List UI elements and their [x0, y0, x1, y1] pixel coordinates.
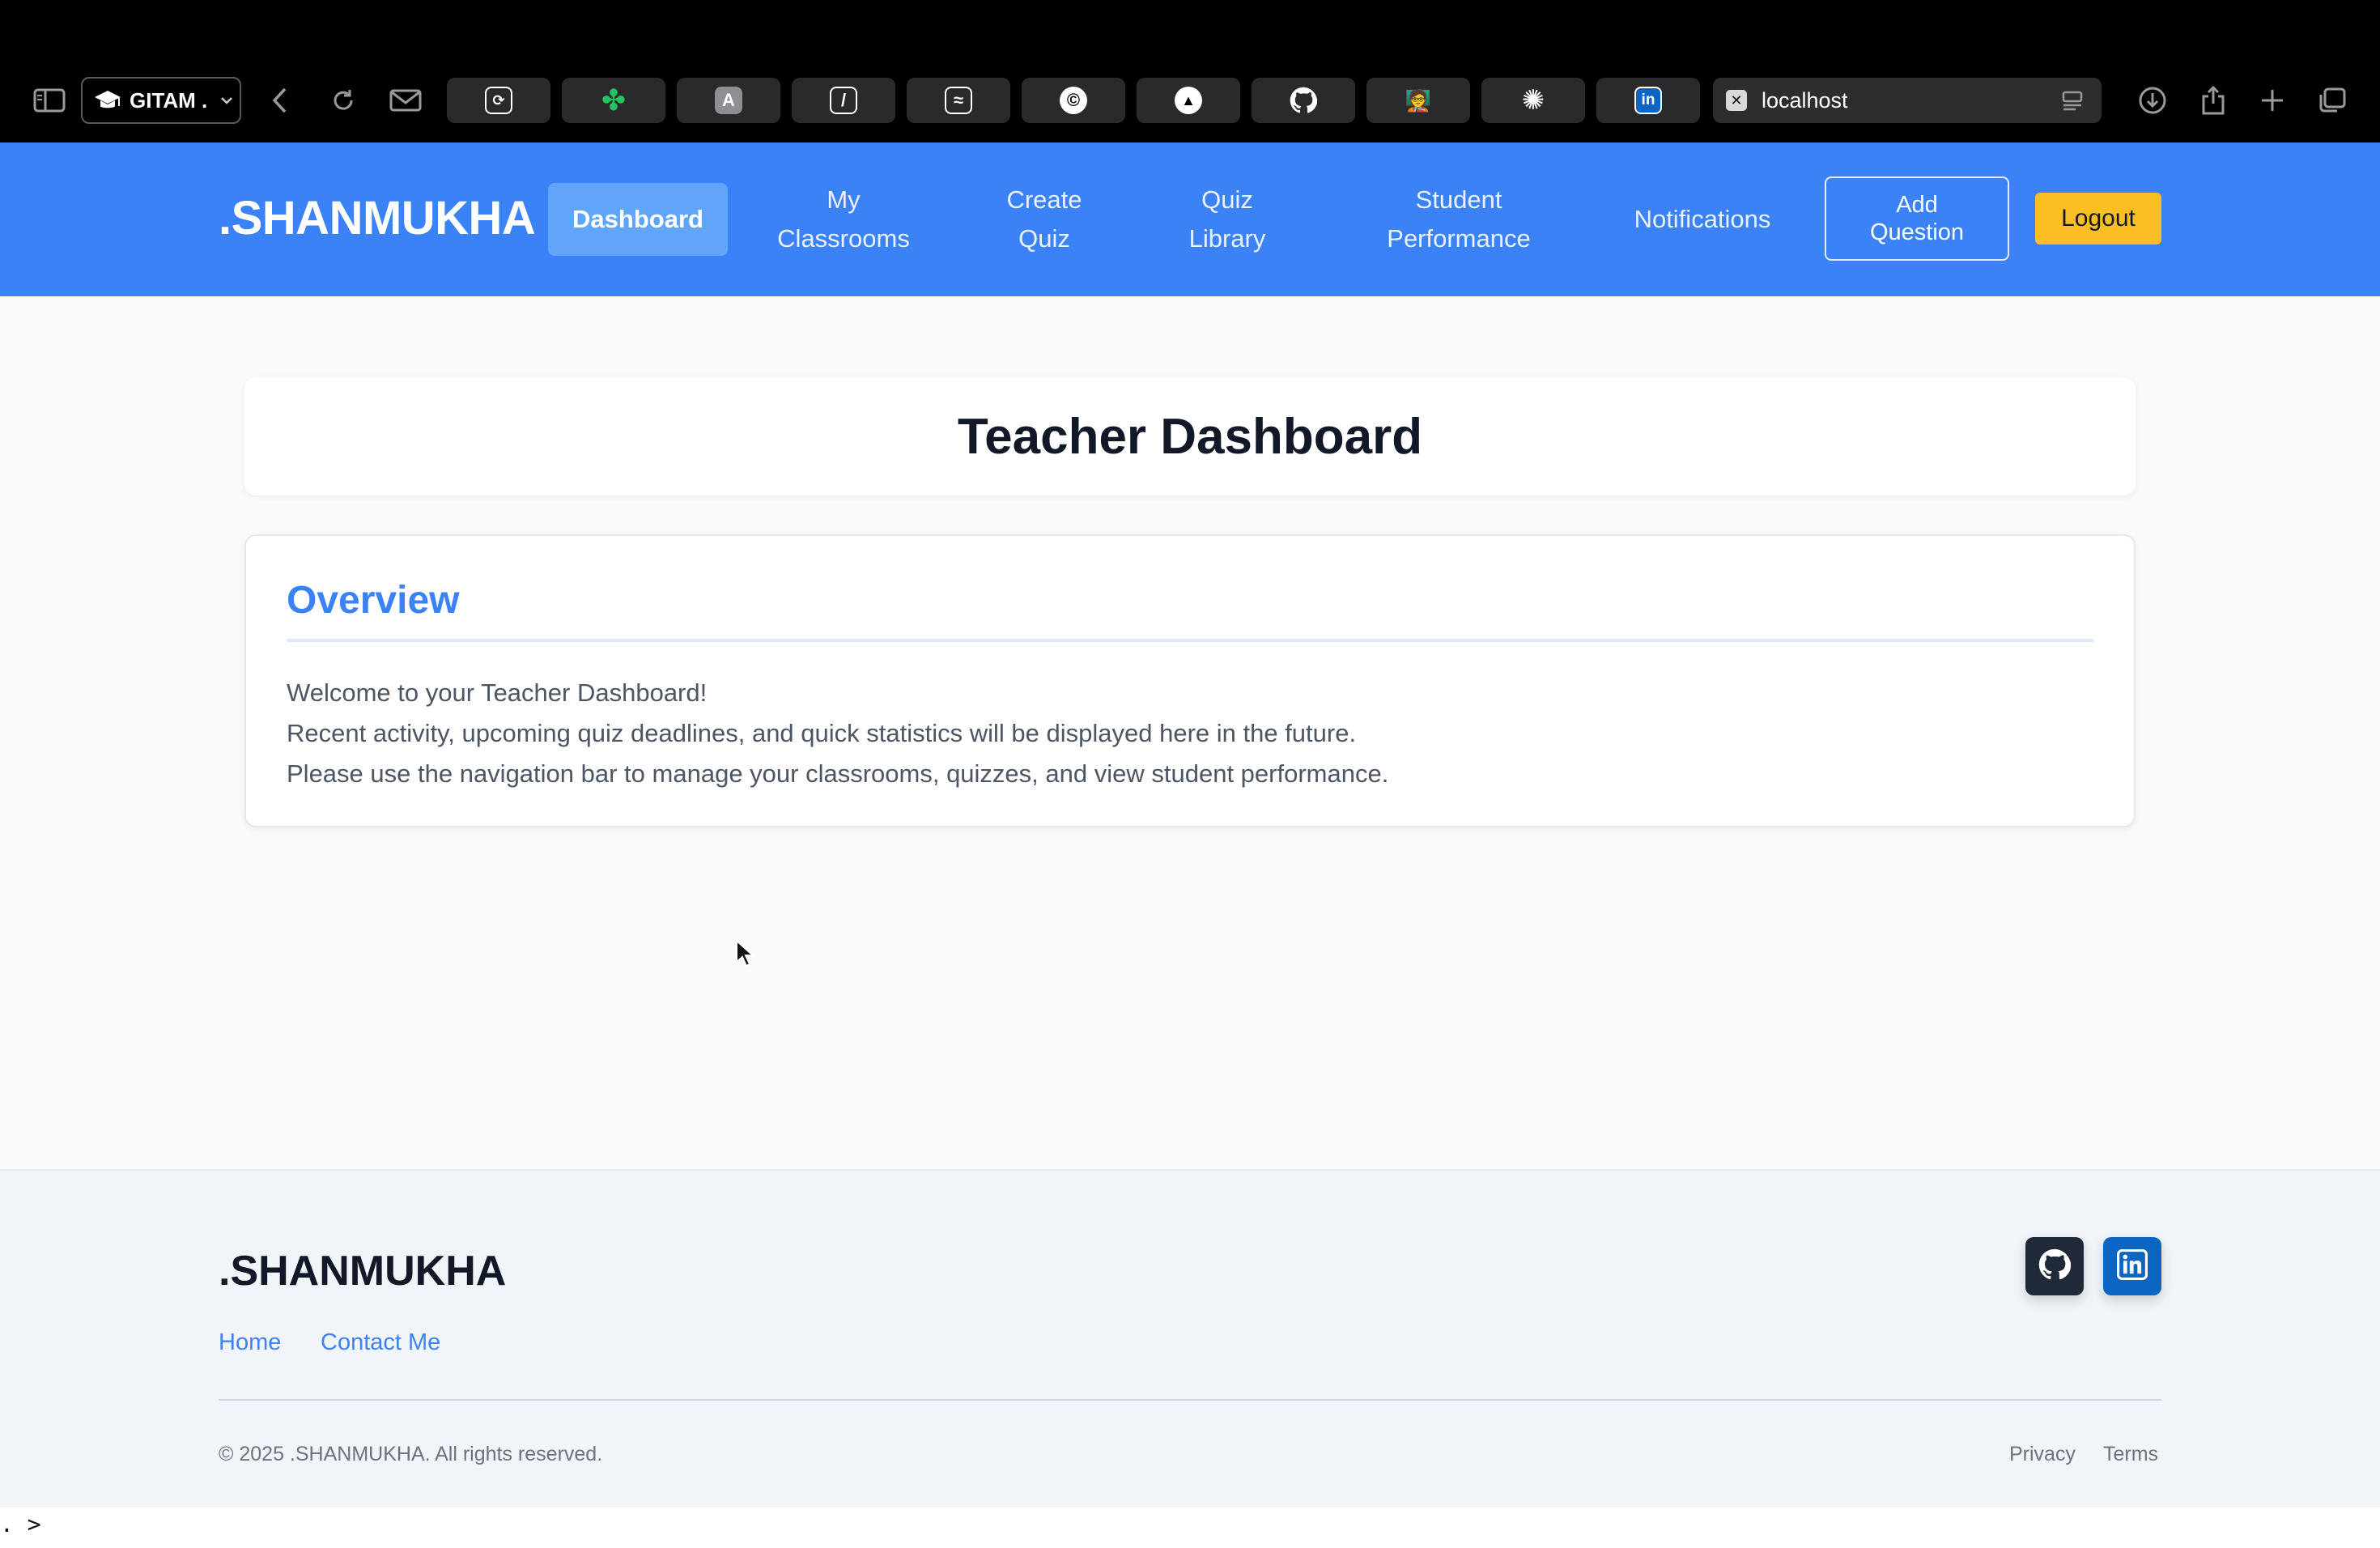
overview-body: Welcome to your Teacher Dashboard! Recen…	[287, 673, 2093, 794]
tab-overview-icon[interactable]	[2317, 81, 2348, 120]
back-icon[interactable]	[267, 81, 293, 120]
terminal-strip	[0, 1508, 2380, 1548]
logout-button[interactable]: Logout	[2035, 193, 2161, 245]
pinned-tab[interactable]: ⟳	[447, 78, 550, 123]
linkedin-icon: in	[1634, 87, 1662, 114]
pinned-tab[interactable]: ≈	[907, 78, 1010, 123]
footer-divider	[219, 1399, 2161, 1401]
share-icon[interactable]	[2199, 81, 2228, 120]
mail-icon[interactable]	[389, 81, 423, 120]
app-icon: ≈	[945, 87, 972, 114]
overview-heading: Overview	[287, 578, 2093, 642]
nav-my-classrooms[interactable]: My Classrooms	[763, 142, 924, 296]
footer-brand[interactable]: .SHANMUKHA	[219, 1247, 506, 1295]
site-footer: .SHANMUKHA Home Contact Me © 2025 .SHANM…	[0, 1169, 2380, 1508]
nav-notifications[interactable]: Notifications	[1619, 142, 1786, 296]
reload-icon[interactable]	[329, 81, 358, 120]
openai-icon: ✺	[1521, 85, 1545, 116]
app-icon: ⟳	[485, 87, 512, 114]
nav-student-performance[interactable]: Student Performance	[1360, 142, 1558, 296]
pinned-tab[interactable]: 🧑‍🏫	[1366, 78, 1470, 123]
linkedin-icon	[2117, 1248, 2148, 1284]
copyright-text: © 2025 .SHANMUKHA. All rights reserved.	[219, 1443, 603, 1465]
brand-logo[interactable]: .SHANMUKHA	[219, 191, 536, 245]
nav-quiz-library[interactable]: Quiz Library	[1162, 142, 1292, 296]
github-button[interactable]	[2025, 1237, 2084, 1295]
github-icon	[1290, 87, 1317, 114]
pinned-tab[interactable]: /	[792, 78, 895, 123]
site-favicon-icon: ✕	[1726, 90, 1747, 111]
pinned-tab[interactable]: ✤	[562, 78, 665, 123]
download-icon[interactable]	[2137, 81, 2168, 120]
terminal-prompt: . >	[0, 1511, 41, 1537]
linkedin-button[interactable]	[2103, 1237, 2161, 1295]
clover-icon: ✤	[601, 83, 627, 117]
overview-line: Welcome to your Teacher Dashboard!	[287, 678, 708, 707]
address-text: localhost	[1762, 87, 1848, 113]
new-tab-icon[interactable]	[2259, 81, 2286, 120]
app-icon: ©	[1060, 87, 1087, 114]
pinned-tab[interactable]: A	[677, 78, 780, 123]
overview-line: Please use the navigation bar to manage …	[287, 759, 1389, 788]
page-title-card: Teacher Dashboard	[244, 377, 2136, 495]
nav-dashboard[interactable]: Dashboard	[548, 183, 728, 256]
mouse-cursor-icon	[735, 938, 756, 972]
app-icon: A	[715, 87, 742, 114]
pinned-tab[interactable]: ▲	[1137, 78, 1240, 123]
page-title: Teacher Dashboard	[957, 408, 1423, 465]
avatar-icon: 🧑‍🏫	[1405, 87, 1432, 113]
chevron-down-icon	[220, 96, 233, 105]
profile-switcher[interactable]: GITAM .	[81, 77, 241, 124]
footer-link-privacy[interactable]: Privacy	[2009, 1443, 2076, 1466]
triangle-icon: ▲	[1175, 87, 1202, 114]
pinned-tab[interactable]	[1252, 78, 1355, 123]
pinned-tab[interactable]: in	[1596, 78, 1700, 123]
nav-create-quiz[interactable]: Create Quiz	[980, 142, 1109, 296]
graduation-cap-icon	[94, 89, 121, 112]
pinned-tab[interactable]: ©	[1022, 78, 1125, 123]
profile-label: GITAM .	[130, 87, 208, 113]
reader-icon[interactable]	[2061, 90, 2084, 111]
footer-link-contact[interactable]: Contact Me	[321, 1329, 440, 1356]
overview-card: Overview Welcome to your Teacher Dashboa…	[244, 534, 2136, 827]
pinned-tab[interactable]: ✺	[1481, 78, 1585, 123]
app-navbar: .SHANMUKHA Dashboard My Classrooms Creat…	[0, 142, 2380, 296]
github-icon	[2038, 1248, 2072, 1285]
browser-toolbar: GITAM . ⟳ ✤ A / ≈ © ▲ 🧑‍🏫 ✺ in ✕ localho…	[0, 0, 2380, 142]
slash-icon: /	[830, 87, 857, 114]
sidebar-toggle-icon[interactable]	[31, 81, 68, 120]
footer-link-terms[interactable]: Terms	[2103, 1443, 2158, 1466]
address-bar[interactable]: ✕ localhost	[1713, 78, 2102, 123]
add-question-button[interactable]: Add Question	[1825, 176, 2009, 261]
footer-link-home[interactable]: Home	[219, 1329, 281, 1356]
overview-line: Recent activity, upcoming quiz deadlines…	[287, 719, 1357, 747]
